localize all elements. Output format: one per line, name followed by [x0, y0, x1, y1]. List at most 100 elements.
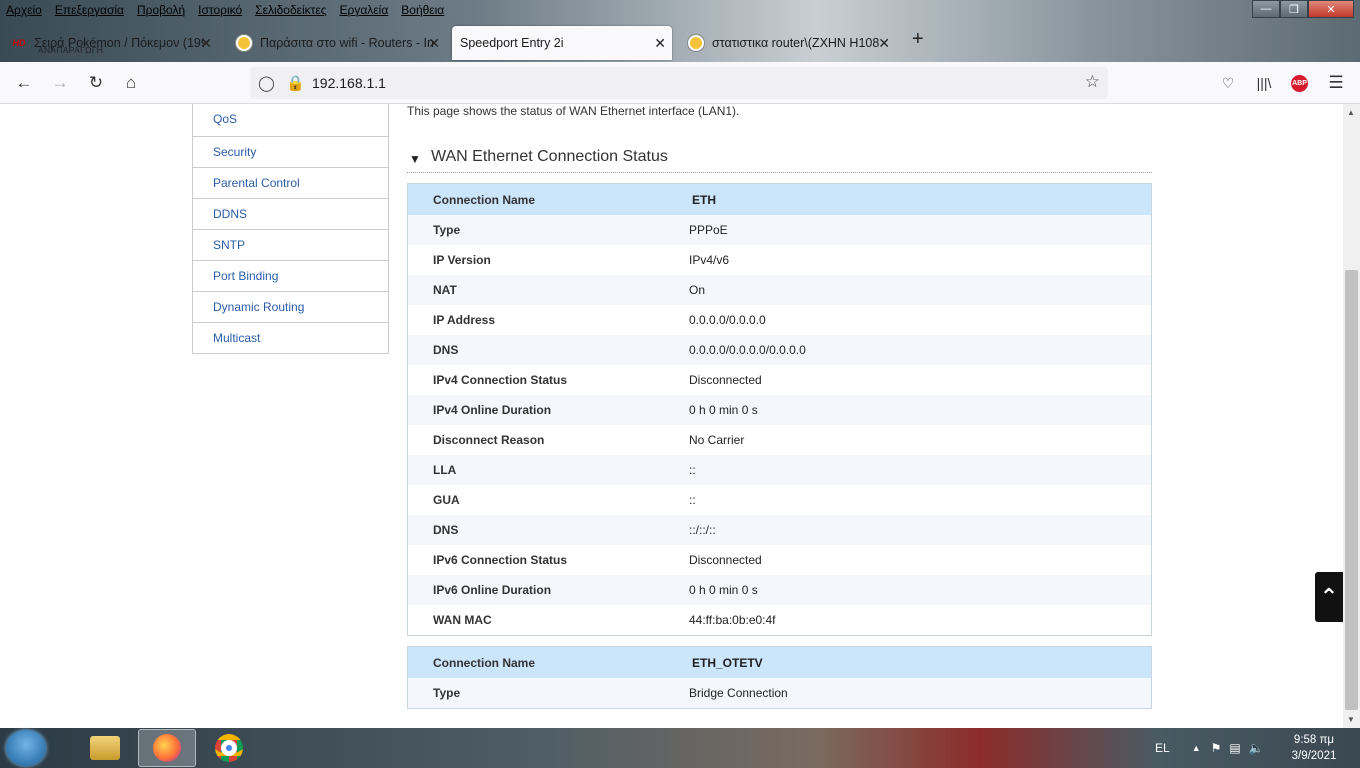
- insecure-lock-icon[interactable]: 🔒: [286, 74, 305, 92]
- hamburger-menu-icon[interactable]: ☰: [1326, 73, 1346, 93]
- row-value: 0 h 0 min 0 s: [689, 583, 758, 597]
- sidebar-item-security[interactable]: Security: [193, 136, 388, 167]
- tab-statistika[interactable]: στατιστικα router\(ZXHN H108 ✕: [680, 26, 896, 60]
- row-value: Disconnected: [689, 553, 762, 567]
- menu-view[interactable]: Προβολή: [131, 3, 192, 17]
- sidebar-item-ddns[interactable]: DDNS: [193, 198, 388, 229]
- section-header[interactable]: ▼ WAN Ethernet Connection Status: [407, 146, 1152, 173]
- tab-close-icon[interactable]: ✕: [878, 35, 890, 52]
- pocket-icon[interactable]: ♡: [1218, 73, 1238, 93]
- tab-parasita[interactable]: Παράσιτα στο wifi - Routers - In ✕: [228, 26, 446, 60]
- row-label: IPv4 Connection Status: [433, 373, 568, 387]
- scroll-up-arrow-icon[interactable]: ▲: [1347, 108, 1355, 117]
- show-hidden-icons-icon[interactable]: ▲: [1192, 743, 1201, 753]
- minimize-button[interactable]: —: [1252, 0, 1280, 18]
- row-value: No Carrier: [689, 433, 745, 447]
- action-center-icon[interactable]: ⚑: [1211, 741, 1222, 755]
- table-row: IPv6 Connection Status Disconnected: [408, 545, 1151, 575]
- tab-strip: HD Σειρά Pokémon / Πόκεμον (199 ΑΝΑΠΑΡΑΓ…: [0, 24, 1360, 60]
- sidebar-item-dynamic-routing[interactable]: Dynamic Routing: [193, 291, 388, 322]
- adblock-plus-icon[interactable]: ABP: [1291, 75, 1308, 92]
- scroll-down-arrow-icon[interactable]: ▼: [1347, 715, 1355, 724]
- taskbar-firefox[interactable]: [138, 729, 196, 767]
- close-window-button[interactable]: ✕: [1308, 0, 1354, 18]
- table-row: DNS 0.0.0.0/0.0.0.0/0.0.0.0: [408, 335, 1151, 365]
- menu-file[interactable]: Αρχείο: [0, 3, 49, 17]
- row-label: NAT: [433, 283, 457, 297]
- page-content: QoS Security Parental Control DDNS SNTP …: [0, 104, 1343, 728]
- tab-close-icon[interactable]: ✕: [200, 35, 212, 52]
- sidebar-item-parental-control[interactable]: Parental Control: [193, 167, 388, 198]
- sidebar-item-sntp[interactable]: SNTP: [193, 229, 388, 260]
- wan-eth-status-table: Connection Name ETH Type PPPoE IP Version I…: [407, 183, 1152, 636]
- scroll-to-top-button[interactable]: ⌃: [1315, 572, 1343, 622]
- forward-arrow-icon[interactable]: →: [50, 73, 70, 93]
- table-row: NAT On: [408, 275, 1151, 305]
- row-value: ETH_OTETV: [692, 655, 763, 670]
- clock[interactable]: 9:58 πμ 3/9/2021: [1284, 732, 1344, 764]
- row-value: ::/::/::: [689, 523, 716, 537]
- maximize-button[interactable]: ❐: [1280, 0, 1308, 18]
- tab-title: Παράσιτα στο wifi - Routers - In: [260, 36, 434, 50]
- bookmark-star-icon[interactable]: ☆: [1085, 72, 1100, 92]
- row-value: ::: [689, 463, 696, 477]
- volume-icon[interactable]: 🔈: [1249, 741, 1264, 755]
- row-value: PPPoE: [689, 223, 728, 237]
- table-row: Disconnect Reason No Carrier: [408, 425, 1151, 455]
- row-value: 0 h 0 min 0 s: [689, 403, 758, 417]
- wan-otetv-status-table: Connection Name ETH_OTETV Type Bridge Conn…: [407, 646, 1152, 709]
- language-indicator[interactable]: EL: [1155, 741, 1170, 755]
- url-text[interactable]: 192.168.1.1: [312, 75, 386, 91]
- vertical-scrollbar[interactable]: ▲ ▼: [1343, 104, 1360, 728]
- sidebar-item-multicast[interactable]: Multicast: [193, 322, 388, 353]
- menubar: Αρχείο Επεξεργασία Προβολή Ιστορικό Σελι…: [0, 0, 1250, 20]
- table-row: Type Bridge Connection: [408, 678, 1151, 708]
- menu-tools[interactable]: Εργαλεία: [334, 3, 396, 17]
- address-bar[interactable]: ◯ 🔒 192.168.1.1 ☆: [250, 67, 1108, 99]
- menu-history[interactable]: Ιστορικό: [192, 3, 249, 17]
- network-icon[interactable]: ▤: [1229, 741, 1240, 755]
- page-description: This page shows the status of WAN Ethern…: [407, 104, 740, 118]
- taskbar-chrome[interactable]: [200, 729, 258, 767]
- menu-bookmarks[interactable]: Σελιδοδείκτες: [249, 3, 333, 17]
- clock-date: 3/9/2021: [1291, 750, 1337, 762]
- library-icon[interactable]: |||\: [1254, 73, 1274, 93]
- folder-icon: [90, 736, 120, 760]
- table-row: Connection Name ETH_OTETV: [408, 647, 1151, 678]
- start-button[interactable]: [6, 730, 46, 766]
- row-label: IPv6 Online Duration: [433, 583, 552, 597]
- browser-chrome: Αρχείο Επεξεργασία Προβολή Ιστορικό Σελι…: [0, 0, 1360, 104]
- tab-pokemon[interactable]: HD Σειρά Pokémon / Πόκεμον (199 ΑΝΑΠΑΡΑΓ…: [6, 26, 218, 60]
- back-arrow-icon[interactable]: ←: [14, 73, 34, 93]
- row-label: IPv4 Online Duration: [433, 403, 552, 417]
- home-icon[interactable]: ⌂: [121, 73, 141, 93]
- tab-close-icon[interactable]: ✕: [428, 35, 440, 52]
- menu-help[interactable]: Βοήθεια: [395, 3, 451, 17]
- row-label: Connection Name: [433, 192, 536, 207]
- menu-edit[interactable]: Επεξεργασία: [49, 3, 131, 17]
- sidebar-item-port-binding[interactable]: Port Binding: [193, 260, 388, 291]
- collapse-triangle-icon[interactable]: ▼: [409, 152, 421, 166]
- new-tab-plus-icon[interactable]: +: [912, 28, 924, 51]
- row-label: Connection Name: [433, 655, 536, 670]
- sidebar-item-qos[interactable]: QoS: [193, 104, 388, 136]
- scrollbar-thumb[interactable]: [1345, 270, 1358, 710]
- windows-taskbar: EL ▲ ⚑ ▤ 🔈 9:58 πμ 3/9/2021: [0, 728, 1360, 768]
- site-favicon-icon: [236, 35, 252, 51]
- sidebar-menu: QoS Security Parental Control DDNS SNTP …: [192, 104, 389, 354]
- row-label: Disconnect Reason: [433, 433, 545, 447]
- table-row: IP Version IPv4/v6: [408, 245, 1151, 275]
- reload-icon[interactable]: ↻: [86, 73, 106, 93]
- taskbar-explorer[interactable]: [76, 729, 134, 767]
- row-value: IPv4/v6: [689, 253, 730, 267]
- shield-icon[interactable]: ◯: [258, 74, 275, 92]
- hd-video-icon: HD: [12, 37, 26, 48]
- table-row: GUA::: [408, 485, 1151, 515]
- table-row: IPv4 Online Duration 0 h 0 min 0 s: [408, 395, 1151, 425]
- row-label: WAN MAC: [433, 613, 492, 627]
- row-value: 0.0.0.0/0.0.0.0/0.0.0.0: [689, 343, 806, 357]
- tab-close-icon[interactable]: ✕: [654, 35, 666, 52]
- row-label: Type: [433, 686, 461, 700]
- tab-speedport[interactable]: Speedport Entry 2i ✕: [452, 26, 672, 60]
- row-label: Type: [433, 223, 461, 237]
